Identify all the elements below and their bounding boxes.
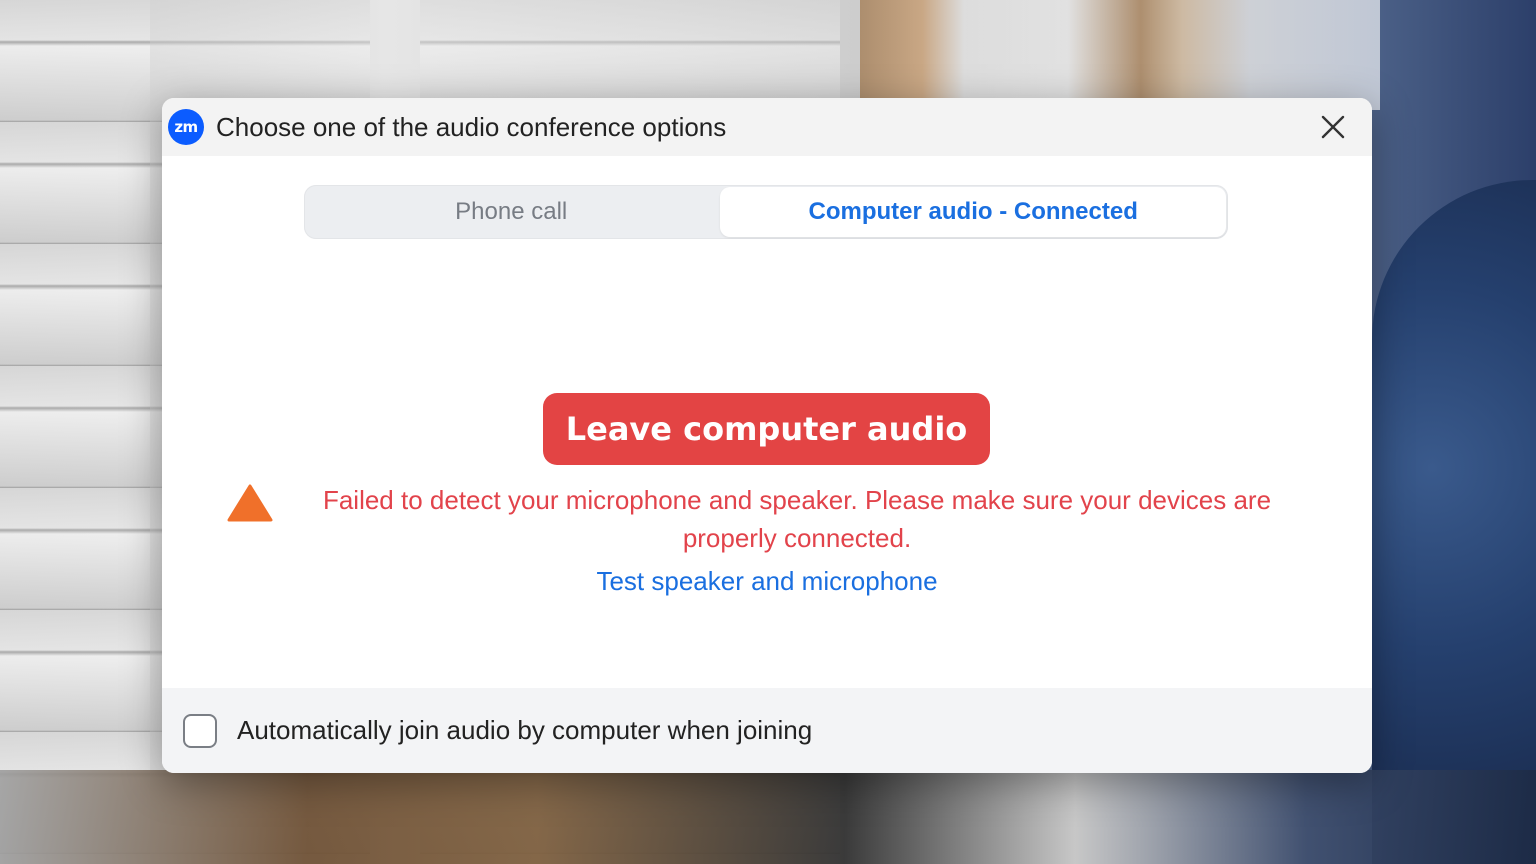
warning-message: Failed to detect your microphone and spe…	[322, 485, 1272, 553]
background-guitars	[860, 0, 1380, 110]
background-bookshelf	[0, 0, 150, 864]
tab-phone-call[interactable]: Phone call	[304, 185, 718, 239]
audio-options-dialog: zm Choose one of the audio conference op…	[162, 98, 1372, 773]
leave-computer-audio-button[interactable]: Leave computer audio	[543, 393, 990, 465]
zoom-logo-text: zm	[174, 118, 198, 136]
audio-mode-tabs: Phone call Computer audio - Connected	[304, 185, 1228, 239]
background-person	[1372, 180, 1536, 864]
zoom-logo-icon: zm	[168, 109, 204, 145]
dialog-titlebar: zm Choose one of the audio conference op…	[162, 98, 1372, 156]
background-bottom	[0, 770, 1536, 864]
close-icon	[1321, 115, 1345, 139]
dialog-footer: Automatically join audio by computer whe…	[162, 688, 1372, 773]
device-warning: Failed to detect your microphone and spe…	[222, 481, 1312, 557]
warning-triangle-icon	[227, 484, 273, 522]
auto-join-audio-label: Automatically join audio by computer whe…	[237, 715, 813, 745]
test-speaker-microphone-link[interactable]: Test speaker and microphone	[162, 566, 1372, 597]
auto-join-audio-checkbox[interactable]	[183, 713, 217, 748]
dialog-title: Choose one of the audio conference optio…	[216, 111, 727, 142]
close-button[interactable]	[1316, 110, 1350, 144]
tab-computer-audio[interactable]: Computer audio - Connected	[720, 187, 1226, 237]
